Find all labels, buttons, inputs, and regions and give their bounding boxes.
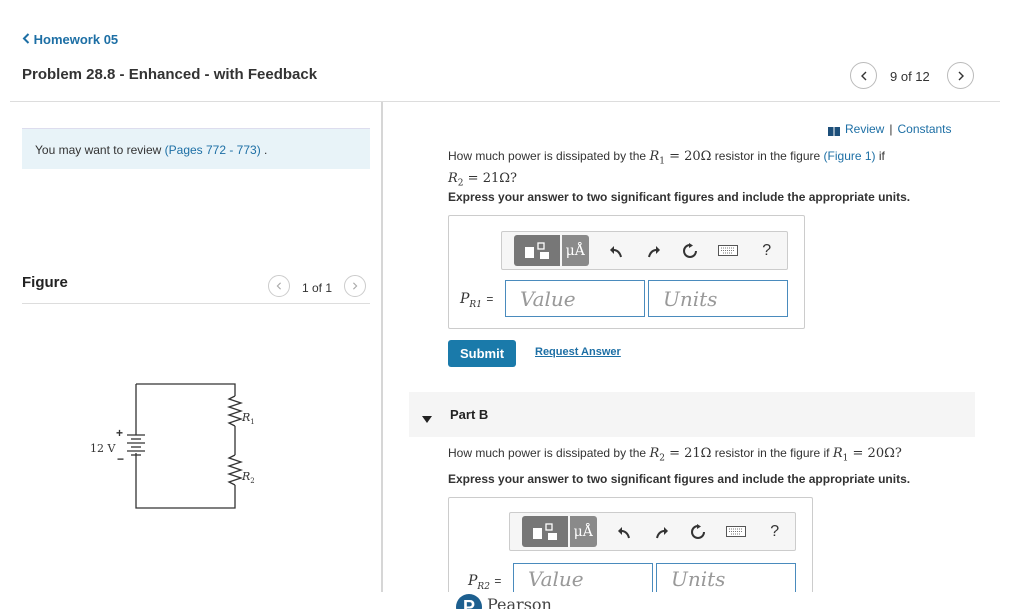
redo-icon[interactable] <box>645 242 662 260</box>
figure-link[interactable]: (Figure 1) <box>824 149 876 163</box>
figure-pager: 1 of 1 <box>302 281 333 295</box>
help-icon[interactable]: ? <box>758 242 775 260</box>
part-b-title: Part B <box>450 407 489 422</box>
part-a-toolbar: μÅ ? <box>501 231 788 270</box>
review-note: You may want to review (Pages 772 - 773)… <box>22 128 370 169</box>
review-link[interactable]: Review <box>845 122 884 136</box>
figure-title: Figure <box>22 274 68 291</box>
battery-plus: + <box>116 426 124 440</box>
review-note-text: You may want to review <box>35 143 162 157</box>
template-icon[interactable] <box>522 516 568 547</box>
link-separator: | <box>889 122 893 136</box>
keyboard-icon[interactable] <box>726 523 747 541</box>
next-problem-button[interactable] <box>947 62 974 89</box>
r1-label: R1 <box>242 411 255 427</box>
undo-icon[interactable] <box>617 523 634 541</box>
chevron-right-icon <box>353 282 358 290</box>
part-a-instruction: Express your answer to two significant f… <box>448 190 911 204</box>
prev-figure-button[interactable] <box>268 275 290 297</box>
part-b-units-input[interactable]: Units <box>656 563 796 593</box>
part-a-question: How much power is dissipated by the R1 =… <box>448 149 885 189</box>
figure-divider <box>22 303 370 304</box>
column-divider <box>381 102 383 592</box>
reset-icon[interactable] <box>690 523 707 541</box>
next-figure-button[interactable] <box>344 275 366 297</box>
units-icon[interactable]: μÅ <box>561 235 589 266</box>
part-b-question: How much power is dissipated by the R2 =… <box>448 446 902 464</box>
request-answer-link[interactable]: Request Answer <box>535 346 621 358</box>
part-b-header[interactable]: Part B <box>409 392 975 437</box>
part-a-template-group: μÅ <box>514 235 589 266</box>
help-icon[interactable]: ? <box>766 523 783 541</box>
chevron-left-icon <box>860 71 866 80</box>
caret-down-icon <box>422 410 432 428</box>
keyboard-icon[interactable] <box>718 242 739 260</box>
part-a-value-input[interactable]: Value <box>505 280 645 317</box>
review-constants: Review | Constants <box>828 122 952 136</box>
chevron-left-icon <box>22 32 30 47</box>
units-icon[interactable]: μÅ <box>569 516 597 547</box>
battery-minus: − <box>117 452 125 466</box>
chevron-right-icon <box>958 71 964 80</box>
back-link-label: Homework 05 <box>33 32 119 47</box>
review-note-end: . <box>264 143 268 157</box>
part-b-instruction: Express your answer to two significant f… <box>448 472 911 486</box>
undo-icon[interactable] <box>609 242 626 260</box>
pages-link[interactable]: (Pages 772 - 773) <box>165 143 261 157</box>
problem-title: Problem 28.8 - Enhanced - with Feedback <box>22 66 318 83</box>
part-b-answer-label: PR2 = <box>468 573 502 592</box>
part-b-template-group: μÅ <box>522 516 597 547</box>
pearson-footer: P Pearson <box>456 594 552 609</box>
reset-icon[interactable] <box>682 242 699 260</box>
book-icon <box>828 125 840 136</box>
submit-button[interactable]: Submit <box>448 340 516 367</box>
redo-icon[interactable] <box>653 523 670 541</box>
pearson-brand: Pearson <box>487 595 552 609</box>
battery-label: 12 V <box>90 442 116 455</box>
part-b-value-input[interactable]: Value <box>513 563 653 593</box>
problem-pager: 9 of 12 <box>890 69 930 84</box>
part-a-answer-label: PR1 = <box>460 291 494 310</box>
back-link[interactable]: Homework 05 <box>22 32 118 47</box>
part-a-units-input[interactable]: Units <box>648 280 788 317</box>
part-a-answer-box: μÅ ? PR1 = Value Units <box>448 215 805 329</box>
pearson-logo-icon: P <box>456 594 482 609</box>
header-divider <box>10 101 1000 102</box>
template-icon[interactable] <box>514 235 560 266</box>
prev-problem-button[interactable] <box>850 62 877 89</box>
part-b-toolbar: μÅ ? <box>509 512 796 551</box>
chevron-left-icon <box>276 282 281 290</box>
constants-link[interactable]: Constants <box>897 122 951 136</box>
r2-label: R2 <box>242 470 255 486</box>
